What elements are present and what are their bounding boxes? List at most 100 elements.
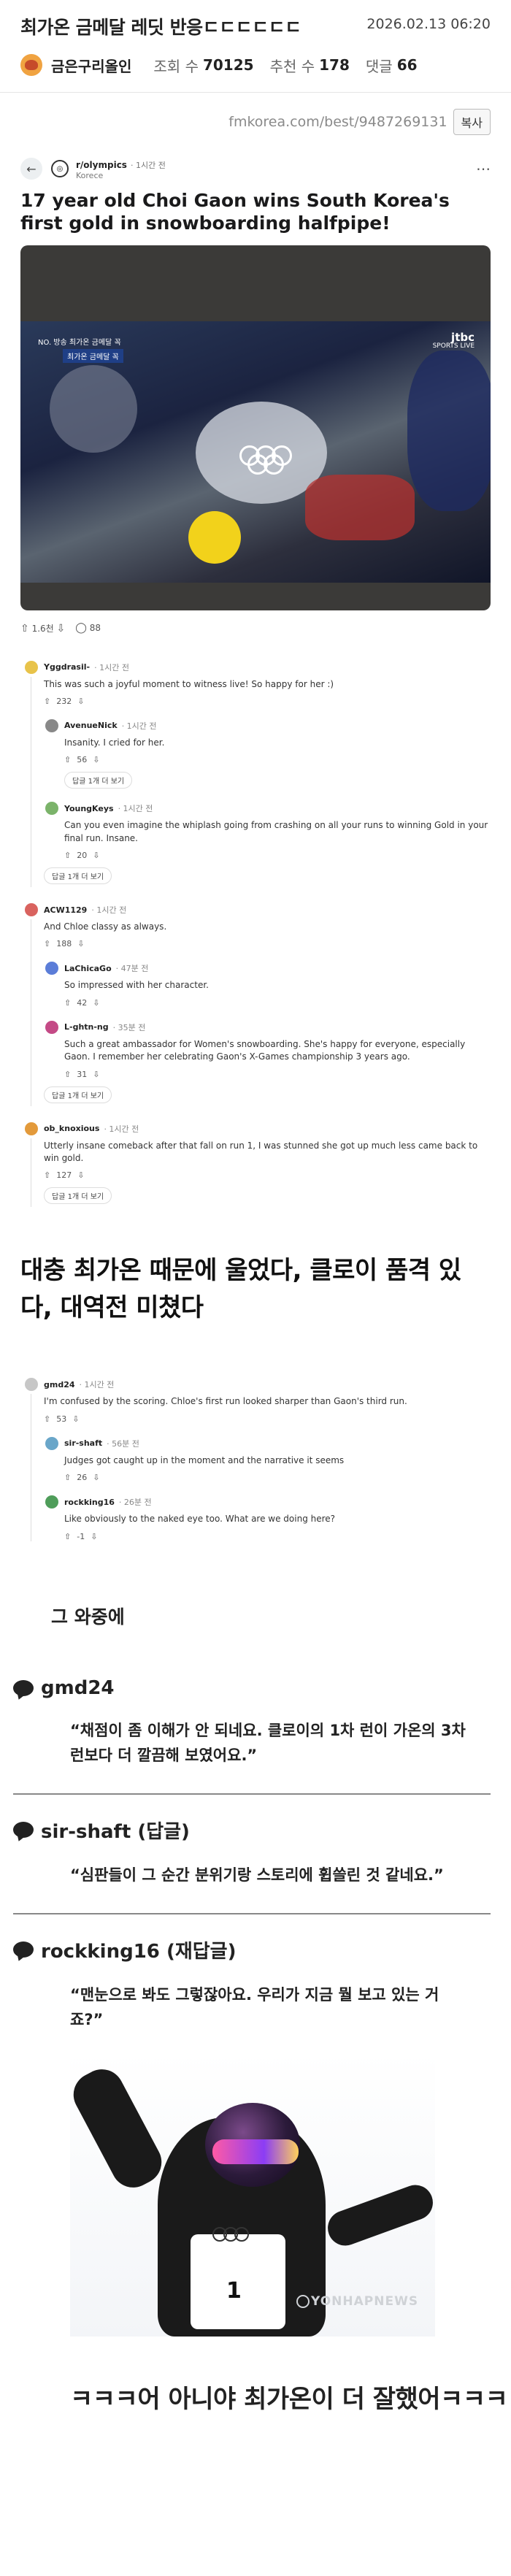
comment-group[interactable]: ◯ 88 (75, 622, 101, 634)
comment-username[interactable]: ob_knoxious (44, 1124, 99, 1133)
upvote-icon[interactable]: ⇧ (44, 1414, 50, 1424)
upvote-icon[interactable]: ⇧ (64, 1473, 71, 1482)
upvote-icon[interactable]: ⇧ (64, 851, 71, 860)
comment-body: So impressed with her character. (64, 980, 209, 991)
comment-time: · 26분 전 (118, 1498, 152, 1508)
more-options-icon[interactable]: ⋯ (476, 160, 491, 177)
downvote-icon[interactable]: ⇩ (77, 697, 84, 706)
subreddit-name[interactable]: r/olympics (76, 160, 127, 170)
comment-username[interactable]: AvenueNick (64, 721, 118, 730)
comment-icon: ◯ (75, 622, 87, 634)
user-avatar-icon[interactable] (45, 718, 58, 732)
more-replies-button[interactable]: 답글 1개 더 보기 (44, 1086, 112, 1103)
comment-body: Like obviously to the naked eye too. Wha… (64, 1514, 336, 1525)
comment-time: · 1시간 전 (121, 721, 157, 731)
user-avatar-icon[interactable] (25, 903, 38, 917)
user-avatar-icon[interactable] (25, 660, 38, 674)
views-label: 조회 수 (153, 57, 199, 75)
downvote-icon[interactable]: ⇩ (93, 1473, 99, 1482)
comment-username[interactable]: ACW1129 (44, 905, 87, 915)
upvote-icon[interactable]: ⇧ (44, 1170, 50, 1180)
comment-username[interactable]: gmd24 (44, 1380, 75, 1389)
vote-count: 20 (77, 851, 88, 861)
comment-time: · 35분 전 (112, 1022, 146, 1032)
comment-username[interactable]: rockking16 (64, 1498, 115, 1507)
final-caption: ㅋㅋㅋ어 아니야 최가온이 더 잘했어ㅋㅋㅋ (70, 2384, 508, 2414)
post-url[interactable]: fmkorea.com/best/9487269131 (228, 114, 447, 130)
user-avatar-icon[interactable] (45, 1495, 58, 1509)
upvote-group[interactable]: ⇧ 1.6천 ⇩ (20, 622, 65, 635)
author-name[interactable]: 금은구리올인 (51, 55, 131, 76)
comment-time: · 1시간 전 (79, 1380, 115, 1390)
comment-username[interactable]: YoungKeys (64, 804, 114, 813)
speech-bubble-icon (13, 1679, 34, 1696)
comment: Yggdrasil- · 1시간 전 This was such a joyfu… (25, 660, 491, 888)
downvote-icon[interactable]: ⇩ (91, 1532, 97, 1541)
olympic-rings-icon (212, 2226, 256, 2245)
downvote-icon[interactable]: ⇩ (93, 1070, 99, 1079)
vote-count: 26 (77, 1473, 88, 1483)
vote-count: 53 (56, 1414, 67, 1424)
comment-reply: L-ghtn-ng · 35분 전 Such a great ambassado… (45, 1020, 491, 1079)
comment-username[interactable]: L-ghtn-ng (64, 1022, 109, 1032)
speech-bubble-icon (13, 1822, 34, 1839)
comment: ob_knoxious · 1시간 전 Utterly insane comeb… (25, 1122, 491, 1208)
photo-watermark: YONHAPNEWS (311, 2293, 419, 2309)
back-arrow-icon[interactable]: ← (20, 158, 42, 180)
comments-label: 댓글 (365, 57, 393, 75)
vote-count: 188 (56, 939, 72, 949)
user-avatar-icon[interactable] (45, 962, 58, 975)
more-replies-button[interactable]: 답글 1개 더 보기 (44, 1187, 112, 1205)
user-avatar-icon[interactable] (25, 1122, 38, 1135)
views-count: 70125 (202, 56, 254, 74)
post-title: 최가온 금메달 레딧 반응ㄷㄷㄷㄷㄷㄷ (20, 17, 301, 38)
video-player[interactable]: NO. 방송 최가온 금메달 꼭 최가온 금메달 꼭 jtbc SPORTS L… (20, 245, 491, 610)
downvote-icon[interactable]: ⇩ (72, 1414, 79, 1424)
upvote-icon[interactable]: ⇧ (44, 939, 50, 948)
reddit-comments: Yggdrasil- · 1시간 전 This was such a joyfu… (20, 660, 491, 1208)
user-avatar-icon[interactable] (45, 802, 58, 816)
section-divider (13, 1793, 491, 1795)
comment-username[interactable]: sir-shaft (64, 1438, 102, 1448)
more-replies-button[interactable]: 답글 1개 더 보기 (64, 772, 133, 789)
upvote-icon[interactable]: ⇧ (64, 1070, 71, 1079)
downvote-icon[interactable]: ⇩ (77, 939, 84, 948)
post-header: 최가온 금메달 레딧 반응ㄷㄷㄷㄷㄷㄷ 2026.02.13 06:20 금은구… (0, 0, 511, 76)
post-meta: 금은구리올인 조회 수 70125 추천 수 178 댓글 66 (20, 54, 491, 76)
comment-username[interactable]: Yggdrasil- (44, 662, 90, 672)
watermark-icon (296, 2294, 310, 2308)
recommend-label: 추천 수 (269, 57, 315, 75)
comment-username[interactable]: LaChicaGo (64, 964, 112, 973)
comment-body: And Chloe classy as always. (44, 921, 167, 932)
comment-reply: LaChicaGo · 47분 전 So impressed with her … (45, 962, 491, 1008)
user-avatar-icon[interactable] (45, 1436, 58, 1450)
upvote-icon[interactable]: ⇧ (44, 697, 50, 706)
downvote-icon[interactable]: ⇩ (93, 851, 99, 860)
caption-summary: 대충 최가온 때문에 울었다, 클로이 품격 있다, 대역전 미쳤다 (20, 1256, 461, 1323)
downvote-icon[interactable]: ⇩ (93, 755, 99, 764)
translation-user: rockking16 (재답글) (41, 1940, 237, 1963)
upvote-icon[interactable]: ⇧ (64, 1532, 71, 1541)
comment-body: Utterly insane comeback after that fall … (44, 1140, 478, 1164)
comment-body: Judges got caught up in the moment and t… (64, 1454, 345, 1465)
vote-count: 31 (77, 1069, 88, 1079)
recommend-count: 178 (319, 56, 350, 74)
downvote-icon[interactable]: ⇩ (77, 1170, 84, 1180)
user-avatar-icon[interactable] (45, 1020, 58, 1034)
comment: ACW1129 · 1시간 전 And Chloe classy as alwa… (25, 903, 491, 1106)
downvote-icon[interactable]: ⇩ (93, 998, 99, 1008)
copy-url-button[interactable]: 복사 (453, 109, 491, 135)
reddit-post-title: 17 year old Choi Gaon wins South Korea's… (20, 190, 450, 234)
post-date: 2026.02.13 06:20 (366, 16, 491, 32)
upvote-icon[interactable]: ⇧ (64, 998, 71, 1008)
post-stats: ⇧ 1.6천 ⇩ ◯ 88 (20, 622, 491, 635)
author-avatar-icon[interactable] (20, 54, 42, 76)
upvote-icon[interactable]: ⇧ (64, 755, 71, 764)
comment: gmd24 · 1시간 전 I'm confused by the scorin… (25, 1378, 491, 1541)
comment-time: · 1시간 전 (91, 905, 127, 916)
user-avatar-icon[interactable] (25, 1378, 38, 1392)
more-replies-button[interactable]: 답글 1개 더 보기 (44, 867, 112, 885)
translation-quote: “심판들이 그 순간 분위기랑 스토리에 휩쓸린 것 같네요.” (70, 1866, 444, 1884)
section-divider (13, 1912, 491, 1914)
vote-count: -1 (77, 1531, 85, 1541)
